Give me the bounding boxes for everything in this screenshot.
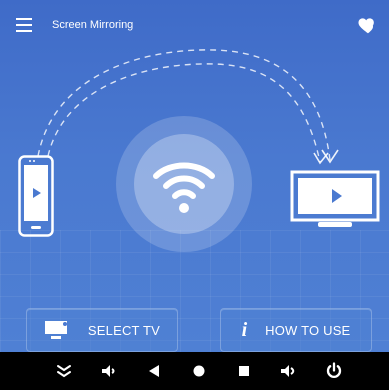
back-icon[interactable]: [140, 352, 168, 390]
tv-icon: [44, 321, 67, 339]
wifi-circle: [116, 116, 252, 252]
collapse-icon[interactable]: [50, 352, 78, 390]
app-screen: Screen Mirroring SELECT TV i HOW TO USE: [0, 0, 389, 352]
recents-icon[interactable]: [230, 352, 258, 390]
select-tv-button[interactable]: SELECT TV: [26, 308, 178, 352]
system-navbar: [0, 352, 389, 390]
tv-icon: [290, 170, 380, 227]
how-to-use-button[interactable]: i HOW TO USE: [220, 308, 372, 352]
how-to-use-label: HOW TO USE: [265, 322, 351, 338]
wifi-icon: [153, 162, 215, 213]
phone-icon: [18, 155, 54, 237]
home-icon[interactable]: [185, 352, 213, 390]
power-icon[interactable]: [320, 352, 348, 390]
volume-up-icon[interactable]: [275, 352, 303, 390]
select-tv-label: SELECT TV: [87, 322, 161, 338]
volume-down-icon[interactable]: [95, 352, 123, 390]
info-icon: i: [241, 318, 248, 341]
